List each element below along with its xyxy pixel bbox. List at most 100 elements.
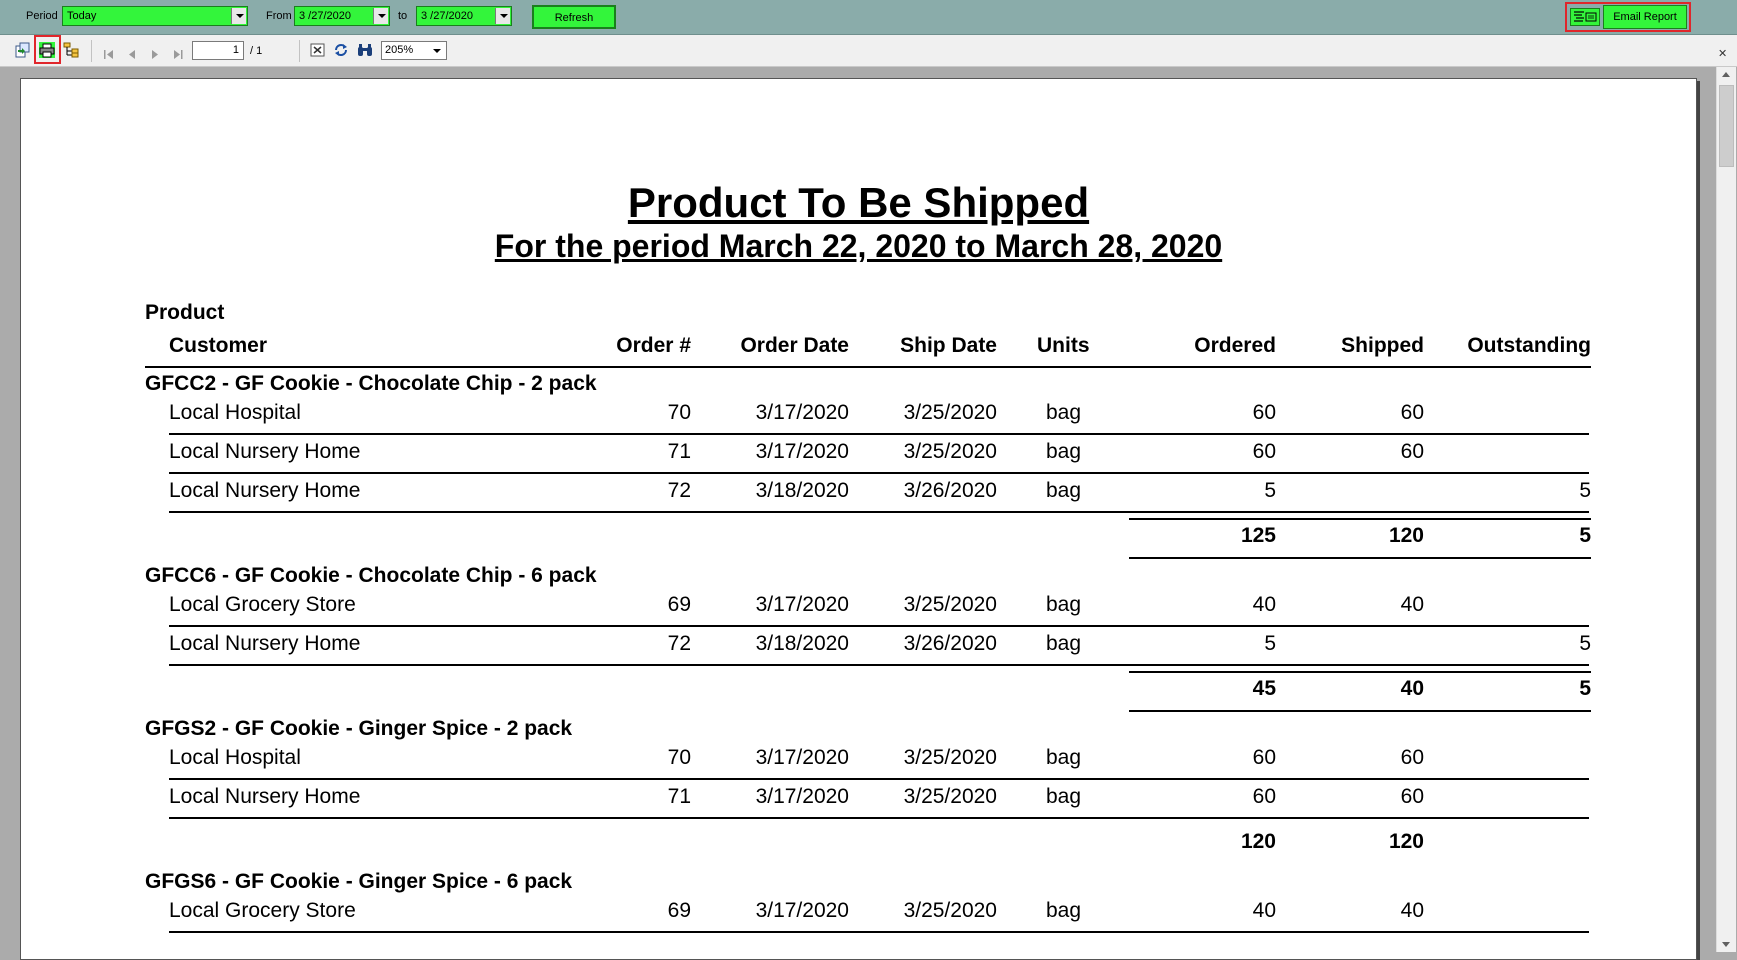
row-divider [169,817,1589,819]
cell-ship-date: 3/25/2020 [903,440,997,463]
previous-page-icon[interactable] [128,46,136,64]
cell-customer: Local Grocery Store [169,593,356,616]
cell-customer: Local Nursery Home [169,785,361,808]
group-tree-icon[interactable] [63,42,79,58]
header-order-number: Order # [616,334,691,357]
cell-ordered: 40 [1252,899,1276,922]
header-customer: Customer [169,334,268,357]
to-label: to [398,10,408,22]
row-divider [169,511,1589,513]
cell-units: bag [1046,401,1082,424]
report-page: Product To Be Shipped For the period Mar… [20,78,1697,960]
product-group-title: GFGS2 - GF Cookie - Ginger Spice - 2 pac… [145,717,573,740]
cell-ship-date: 3/25/2020 [903,593,997,616]
cell-order-number: 70 [667,401,691,424]
period-value: Today [67,10,97,22]
cell-order-number: 72 [667,632,691,655]
header-order-date: Order Date [740,334,849,357]
cell-shipped: 60 [1400,440,1424,463]
total-shipped: 120 [1388,830,1424,853]
cell-order-date: 3/18/2020 [755,632,849,655]
cell-units: bag [1046,440,1082,463]
find-binoculars-icon[interactable] [357,42,373,58]
refresh-button[interactable]: Refresh [532,5,616,29]
chevron-down-icon[interactable] [373,8,388,24]
cell-shipped: 60 [1400,746,1424,769]
cell-units: bag [1046,785,1082,808]
scroll-down-icon[interactable] [1722,942,1730,947]
close-icon[interactable]: ✕ [1718,47,1727,60]
total-ordered: 125 [1240,524,1276,547]
cell-ordered: 60 [1252,401,1276,424]
page-number-input[interactable]: 1 [192,41,244,60]
cell-order-date: 3/17/2020 [755,440,849,463]
total-divider [1129,557,1591,559]
next-page-icon[interactable] [151,46,159,64]
cell-ship-date: 3/26/2020 [903,479,997,502]
viewer-toolbar: 1 / 1 205% ✕ [0,35,1737,67]
total-ordered: 120 [1240,830,1276,853]
stop-icon[interactable] [310,42,326,58]
zoom-select[interactable]: 205% [381,41,447,60]
cell-ordered: 40 [1252,593,1276,616]
product-group-title: GFCC2 - GF Cookie - Chocolate Chip - 2 p… [145,372,597,395]
cell-ship-date: 3/26/2020 [903,632,997,655]
cell-order-date: 3/17/2020 [755,593,849,616]
cell-shipped: 60 [1400,785,1424,808]
refresh-icon[interactable] [333,42,349,58]
cell-order-number: 72 [667,479,691,502]
cell-ship-date: 3/25/2020 [903,746,997,769]
cell-order-number: 69 [667,899,691,922]
total-shipped: 120 [1388,524,1424,547]
cell-customer: Local Nursery Home [169,479,361,502]
last-page-icon[interactable] [173,46,183,64]
chevron-down-icon[interactable] [231,8,246,24]
toolbar-separator [91,40,92,62]
cell-order-date: 3/18/2020 [755,479,849,502]
page-total: / 1 [250,45,263,57]
report-list-icon[interactable] [1570,8,1600,26]
from-date-value: 3 /27/2020 [299,10,351,22]
scroll-up-icon[interactable] [1722,72,1730,77]
cell-outstanding: 5 [1579,479,1591,502]
product-group-title: GFCC6 - GF Cookie - Chocolate Chip - 6 p… [145,564,597,587]
cell-customer: Local Hospital [169,401,301,424]
cell-ordered: 60 [1252,440,1276,463]
cell-customer: Local Nursery Home [169,632,361,655]
to-date-value: 3 /27/2020 [421,10,473,22]
cell-ship-date: 3/25/2020 [903,899,997,922]
vertical-scrollbar[interactable] [1716,67,1736,952]
cell-order-number: 71 [667,785,691,808]
from-date-picker[interactable]: 3 /27/2020 [294,6,390,26]
cell-customer: Local Grocery Store [169,899,356,922]
total-ordered: 45 [1252,677,1276,700]
scroll-thumb[interactable] [1719,85,1734,167]
chevron-down-icon[interactable] [495,8,510,24]
email-report-button[interactable]: Email Report [1603,5,1687,29]
total-outstanding: 5 [1579,524,1591,547]
period-select[interactable]: Today [62,6,248,26]
zoom-value: 205% [385,44,414,56]
cell-shipped: 60 [1400,401,1424,424]
to-date-picker[interactable]: 3 /27/2020 [416,6,512,26]
header-outstanding: Outstanding [1467,334,1591,357]
header-shipped: Shipped [1341,334,1424,357]
export-icon[interactable] [14,42,30,58]
total-divider [1129,518,1591,520]
cell-order-date: 3/17/2020 [755,401,849,424]
row-divider [169,931,1589,933]
total-outstanding: 5 [1579,677,1591,700]
print-icon[interactable] [39,42,55,58]
row-divider [169,625,1589,627]
first-page-icon[interactable] [104,46,114,64]
total-shipped: 40 [1400,677,1424,700]
product-group-title: GFGS6 - GF Cookie - Ginger Spice - 6 pac… [145,870,573,893]
row-divider [169,778,1589,780]
cell-order-number: 70 [667,746,691,769]
cell-units: bag [1046,899,1082,922]
from-label: From [266,10,292,22]
header-divider [145,366,1591,368]
cell-units: bag [1046,593,1082,616]
cell-ordered: 5 [1264,479,1276,502]
cell-order-date: 3/17/2020 [755,899,849,922]
